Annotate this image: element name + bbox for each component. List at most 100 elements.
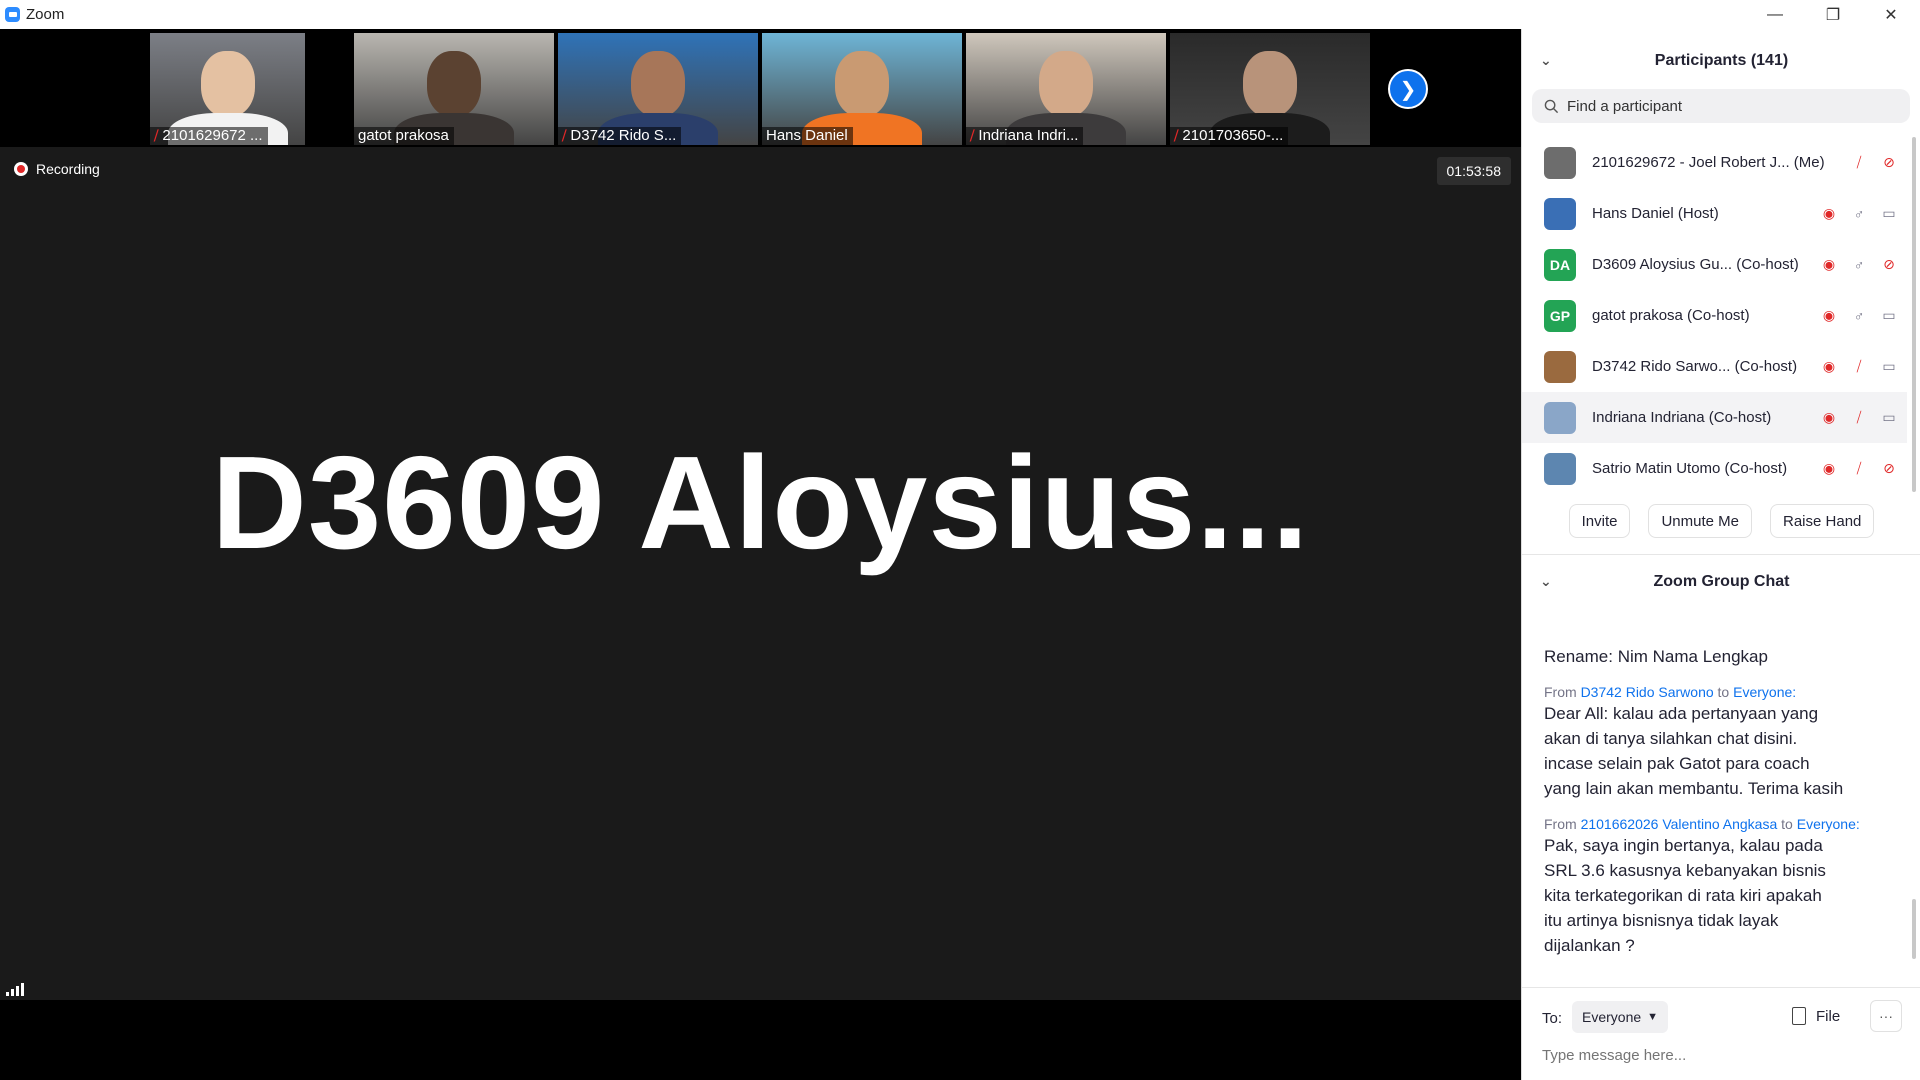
participant-list: 2101629672 - Joel Robert J... (Me) ⧸ ⊘ Hans… <box>1522 137 1907 497</box>
chat-recipient-link[interactable]: Everyone: <box>1733 684 1796 700</box>
chat-message-input[interactable] <box>1542 1040 1902 1070</box>
video-thumbnail[interactable]: ⧸ 2101703650-... <box>1170 33 1370 145</box>
chat-message-line: SRL 3.6 kasusnya kebanyakan bisnis <box>1544 861 1826 880</box>
participant-row[interactable]: 2101629672 - Joel Robert J... (Me) ⧸ ⊘ <box>1522 137 1907 188</box>
connection-signal-icon[interactable] <box>6 983 24 996</box>
participant-video-face <box>427 51 481 117</box>
avatar <box>1544 401 1576 434</box>
participant-video-face <box>631 51 685 117</box>
chat-message-meta: From 2101662026 Valentino Angkasa to Eve… <box>1544 816 1860 832</box>
chevron-down-icon[interactable]: ⌄ <box>1540 573 1552 590</box>
mic-muted-icon: ⧸ <box>562 127 567 143</box>
video-thumbnail-strip: ⧸ 2101629672 ... gatot prakosa ⧸ D3742 Rido … <box>0 29 1521 147</box>
video-thumbnail[interactable]: ⧸ D3742 Rido S... <box>558 33 758 145</box>
unmute-me-button[interactable]: Unmute Me <box>1648 504 1752 538</box>
video-icon[interactable]: ▭ <box>1879 306 1899 326</box>
chat-message-line: Rename: Nim Nama Lengkap <box>1544 647 1768 666</box>
chat-from-word: From <box>1544 684 1577 700</box>
mic-icon[interactable]: ♂ <box>1849 255 1869 275</box>
thumbnail-name: ⧸ 2101629672 ... <box>150 127 268 145</box>
participant-row[interactable]: GP gatot prakosa (Co-host) ◉ ♂ ▭ <box>1522 290 1907 341</box>
participant-name: 2101629672 - Joel Robert J... (Me) <box>1592 154 1825 171</box>
participant-row[interactable]: D3742 Rido Sarwo... (Co-host) ◉ ⧸ ▭ <box>1522 341 1907 392</box>
chat-title: Zoom Group Chat <box>1653 573 1790 590</box>
video-thumbnail[interactable]: Hans Daniel <box>762 33 962 145</box>
to-label: To: <box>1542 1010 1563 1027</box>
recipient-select[interactable]: Everyone ▼ <box>1572 1001 1669 1033</box>
thumbnail-name-text: gatot prakosa <box>358 127 449 144</box>
avatar <box>1544 197 1576 230</box>
file-icon <box>1792 1007 1806 1025</box>
search-icon <box>1544 99 1559 113</box>
chat-sender-link[interactable]: 2101662026 Valentino Angkasa <box>1581 816 1778 832</box>
participants-header: ⌄ Participants (141) <box>1522 46 1920 76</box>
participant-name: Indriana Indriana (Co-host) <box>1592 409 1772 426</box>
video-thumbnail[interactable]: ⧸ Indriana Indri... <box>966 33 1166 145</box>
thumbnail-name-text: 2101703650-... <box>1182 127 1284 144</box>
avatar: GP <box>1544 299 1576 332</box>
recording-status-icon: ◉ <box>1822 409 1836 425</box>
recording-status-icon: ◉ <box>1822 256 1836 272</box>
mic-muted-icon: ⧸ <box>1174 127 1179 143</box>
active-speaker-view: Recording 01:53:58 D3609 Aloysius... <box>0 147 1521 1000</box>
participant-name: D3609 Aloysius Gu... (Co-host) <box>1592 256 1799 273</box>
chat-to-word: to <box>1717 684 1730 700</box>
avatar <box>1544 350 1576 383</box>
thumbnail-name: gatot prakosa <box>354 127 454 145</box>
file-button[interactable]: File <box>1792 1000 1840 1032</box>
video-icon[interactable]: ▭ <box>1879 408 1899 428</box>
thumbnail-name-text: Indriana Indri... <box>978 127 1079 144</box>
chat-scrollbar[interactable] <box>1912 899 1916 959</box>
participant-scrollbar[interactable] <box>1912 137 1916 492</box>
video-off-icon[interactable]: ⊘ <box>1879 459 1899 479</box>
thumbnail-name: ⧸ 2101703650-... <box>1170 127 1289 145</box>
mic-icon[interactable]: ♂ <box>1849 204 1869 224</box>
recording-indicator[interactable]: Recording <box>14 161 100 177</box>
more-options-button[interactable]: ··· <box>1870 1000 1902 1032</box>
recording-label: Recording <box>36 161 100 177</box>
video-icon[interactable]: ▭ <box>1879 204 1899 224</box>
participant-name: Hans Daniel (Host) <box>1592 205 1719 222</box>
mic-icon[interactable]: ♂ <box>1849 306 1869 326</box>
divider <box>1522 554 1920 555</box>
thumbnail-name-text: Hans Daniel <box>766 127 848 144</box>
next-page-button[interactable]: ❯ <box>1388 69 1428 109</box>
thumbnail-name: ⧸ Indriana Indri... <box>966 127 1084 145</box>
chat-message-line: incase selain pak Gatot para coach <box>1544 754 1810 773</box>
video-off-icon[interactable]: ⊘ <box>1879 153 1899 173</box>
raise-hand-button[interactable]: Raise Hand <box>1770 504 1875 538</box>
video-icon[interactable]: ▭ <box>1879 357 1899 377</box>
video-thumbnail[interactable]: ⧸ 2101629672 ... <box>150 33 305 145</box>
meeting-timer: 01:53:58 <box>1436 157 1511 185</box>
chat-header: ⌄ Zoom Group Chat <box>1522 567 1920 597</box>
chevron-down-icon: ▼ <box>1647 1011 1659 1023</box>
chat-message-line: Pak, saya ingin bertanya, kalau pada <box>1544 836 1823 855</box>
chat-message-line: kita terkategorikan di rata kiri apakah <box>1544 886 1822 905</box>
participant-row[interactable]: Indriana Indriana (Co-host) ◉ ⧸ ▭ <box>1522 392 1907 443</box>
close-button[interactable]: ✕ <box>1862 0 1920 29</box>
mic-muted-icon[interactable]: ⧸ <box>1849 459 1869 479</box>
video-off-icon[interactable]: ⊘ <box>1879 255 1899 275</box>
participant-row[interactable]: Hans Daniel (Host) ◉ ♂ ▭ <box>1522 188 1907 239</box>
title-bar: Zoom — ❐ ✕ <box>0 0 1920 29</box>
chat-from-word: From <box>1544 816 1577 832</box>
mic-muted-icon[interactable]: ⧸ <box>1849 153 1869 173</box>
mic-muted-icon[interactable]: ⧸ <box>1849 357 1869 377</box>
participant-video-face <box>200 51 255 117</box>
chat-sender-link[interactable]: D3742 Rido Sarwono <box>1581 684 1714 700</box>
side-panel: ⌄ Participants (141) Find a participant … <box>1521 29 1920 1080</box>
chat-recipient-link[interactable]: Everyone: <box>1797 816 1860 832</box>
participant-video-face <box>1039 51 1093 117</box>
minimize-button[interactable]: — <box>1746 0 1804 29</box>
participant-search-input[interactable]: Find a participant <box>1532 89 1910 123</box>
thumbnail-name-text: 2101629672 ... <box>162 127 263 144</box>
thumbnail-name: Hans Daniel <box>762 127 853 145</box>
chat-message-meta: From D3742 Rido Sarwono to Everyone: <box>1544 684 1796 700</box>
video-thumbnail[interactable]: gatot prakosa <box>354 33 554 145</box>
chevron-down-icon[interactable]: ⌄ <box>1540 52 1552 69</box>
restore-button[interactable]: ❐ <box>1804 0 1862 29</box>
participant-row[interactable]: Satrio Matin Utomo (Co-host) ◉ ⧸ ⊘ <box>1522 443 1907 494</box>
invite-button[interactable]: Invite <box>1568 504 1631 538</box>
mic-muted-icon[interactable]: ⧸ <box>1849 408 1869 428</box>
participant-row[interactable]: DA D3609 Aloysius Gu... (Co-host) ◉ ♂ ⊘ <box>1522 239 1907 290</box>
